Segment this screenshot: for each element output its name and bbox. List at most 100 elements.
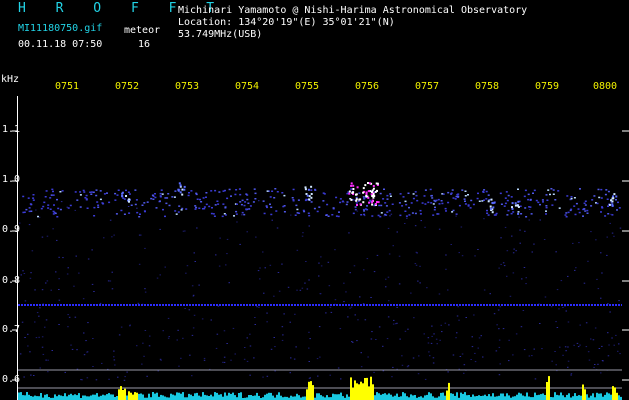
- echo-dot: [570, 196, 573, 198]
- noise-dot: [489, 293, 491, 295]
- noise-dot: [42, 353, 45, 355]
- noise-dot: [474, 255, 476, 257]
- noise-dot: [86, 377, 89, 379]
- amplitude-bar: [212, 396, 214, 400]
- echo-dot: [451, 211, 454, 213]
- echo-dot: [566, 195, 569, 197]
- echo-dot: [228, 188, 231, 191]
- amplitude-bar: [224, 392, 226, 400]
- echo-dot: [89, 191, 92, 193]
- noise-dot: [440, 324, 442, 326]
- amplitude-bar: [320, 395, 322, 400]
- amplitude-bar: [350, 377, 352, 400]
- echo-dot: [52, 213, 55, 215]
- noise-dot: [70, 344, 72, 346]
- noise-dot: [264, 267, 266, 269]
- noise-dot: [396, 306, 398, 308]
- noise-dot: [356, 210, 359, 212]
- amplitude-bar: [448, 382, 450, 400]
- amplitude-bar: [590, 395, 592, 400]
- amplitude-bar: [86, 396, 88, 400]
- noise-dot: [438, 228, 441, 230]
- noise-dot: [226, 238, 229, 240]
- noise-dot: [461, 353, 464, 355]
- noise-dot: [597, 363, 599, 365]
- echo-dot: [297, 199, 300, 201]
- amplitude-bar: [384, 393, 386, 400]
- amplitude-bar: [308, 381, 310, 400]
- noise-dot: [271, 219, 273, 221]
- amplitude-bar: [22, 395, 24, 400]
- noise-dot: [246, 337, 248, 339]
- echo-dot: [325, 214, 328, 216]
- amplitude-bar: [364, 378, 366, 400]
- amplitude-bar: [78, 393, 80, 400]
- meteor-echo-dot: [352, 188, 355, 190]
- noise-dot: [186, 265, 189, 267]
- echo-dot: [383, 188, 385, 190]
- echo-dot: [596, 202, 599, 205]
- amplitude-bar: [484, 394, 486, 400]
- noise-dot: [410, 292, 412, 294]
- amplitude-bar: [584, 389, 586, 400]
- echo-dot: [52, 210, 55, 213]
- echo-dot: [506, 214, 509, 216]
- noise-dot: [509, 295, 512, 297]
- amplitude-bar: [290, 395, 292, 400]
- noise-dot: [555, 251, 557, 253]
- noise-dot: [495, 350, 498, 352]
- amplitude-bar: [610, 394, 612, 400]
- amplitude-bar: [192, 396, 194, 400]
- echo-dot: [49, 197, 52, 199]
- noise-dot: [497, 309, 500, 311]
- noise-dot: [399, 338, 401, 340]
- noise-dot: [319, 293, 322, 295]
- echo-dot: [143, 202, 146, 204]
- noise-dot: [203, 359, 206, 361]
- amplitude-bar: [566, 394, 568, 400]
- noise-dot: [85, 340, 87, 342]
- echo-dot: [404, 200, 407, 203]
- noise-dot: [193, 252, 195, 254]
- noise-dot: [445, 254, 447, 256]
- echo-dot: [43, 201, 46, 204]
- echo-dot: [249, 205, 252, 207]
- meteor-echo-dot: [350, 198, 353, 201]
- noise-dot: [461, 255, 464, 257]
- echo-dot: [211, 207, 213, 209]
- noise-dot: [412, 357, 415, 359]
- echo-dot: [500, 203, 503, 205]
- amplitude-bar: [516, 394, 518, 400]
- noise-dot: [60, 201, 63, 203]
- echo-dot: [430, 194, 433, 197]
- amplitude-bar: [356, 383, 358, 400]
- noise-dot: [109, 280, 112, 282]
- noise-dot: [144, 288, 146, 290]
- amplitude-bar: [338, 394, 340, 400]
- echo-dot: [421, 202, 424, 204]
- noise-dot: [570, 374, 572, 376]
- echo-dot: [269, 203, 271, 205]
- y-axis-line: [12, 96, 18, 400]
- noise-dot: [572, 242, 574, 244]
- echo-dot: [604, 193, 607, 196]
- noise-dot: [203, 357, 206, 359]
- echo-dot: [120, 209, 123, 212]
- noise-dot: [579, 324, 581, 326]
- amplitude-bar: [68, 394, 70, 400]
- noise-dot: [219, 237, 221, 239]
- noise-dot: [508, 360, 510, 362]
- echo-dot: [564, 214, 567, 216]
- amplitude-bar: [358, 384, 360, 400]
- echo-dot: [23, 211, 26, 213]
- noise-dot: [555, 364, 557, 366]
- noise-dot: [45, 319, 48, 321]
- amplitude-bar: [270, 392, 272, 400]
- noise-dot: [95, 379, 98, 381]
- noise-dot: [24, 300, 27, 302]
- noise-dot: [127, 206, 130, 207]
- noise-dot: [396, 322, 398, 324]
- echo-cluster-dot: [307, 188, 310, 191]
- echo-dot: [86, 207, 89, 209]
- echo-dot: [224, 207, 227, 209]
